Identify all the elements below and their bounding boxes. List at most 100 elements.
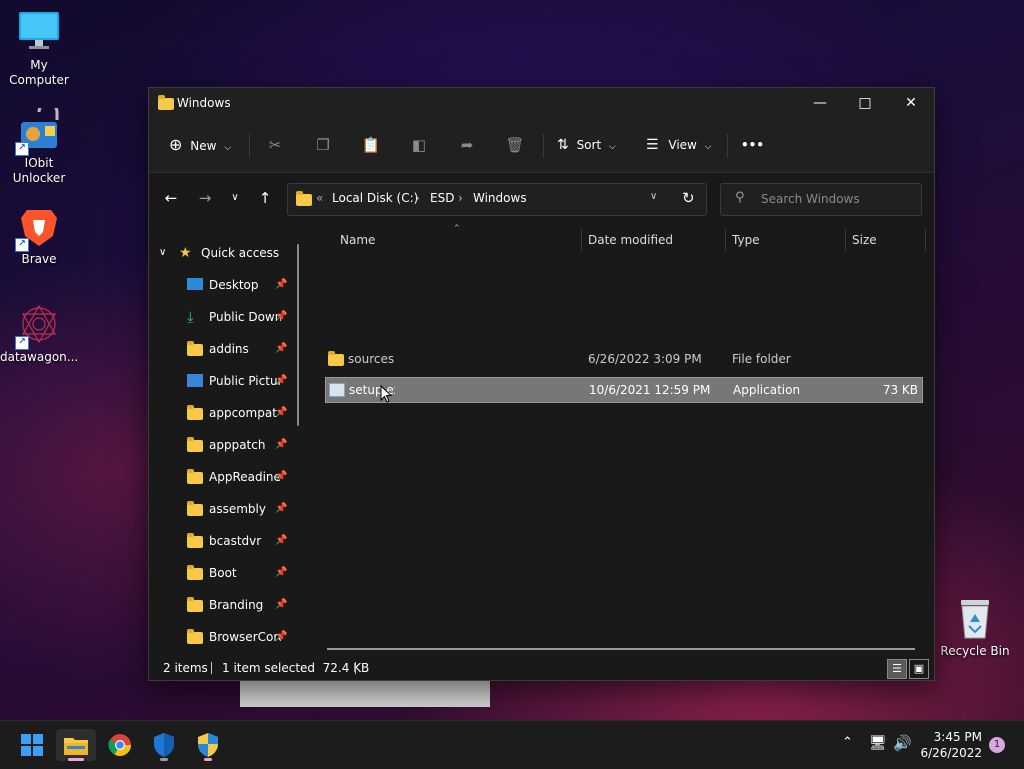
folder-icon (158, 95, 174, 110)
sort-button[interactable]: ⇅ Sort ⌵ (557, 132, 616, 158)
paste-icon[interactable]: 📋 (358, 132, 384, 158)
minimize-button[interactable]: — (797, 88, 843, 118)
file-row-sources[interactable]: sources 6/26/2022 3:09 PM File folder (325, 347, 921, 371)
folder-icon (187, 565, 203, 580)
sidebar-item-appcompat[interactable]: appcompat 📌 (149, 399, 307, 427)
search-box[interactable]: ⚲ (720, 183, 922, 216)
desktop-icon-iobit-unlocker[interactable]: ↗ IObit Unlocker (0, 101, 78, 186)
sidebar-item-browsercore[interactable]: BrowserCore 📌 (149, 623, 307, 650)
desktop-icon-recycle-bin[interactable]: Recycle Bin (936, 596, 1014, 659)
maximize-button[interactable]: □ (842, 88, 888, 118)
column-header-size[interactable]: Size (852, 225, 877, 255)
desktop-icon-label: My Computer (9, 58, 69, 87)
overflow-chevron-icon[interactable]: « (316, 191, 323, 205)
sidebar-item-label: AppReadiness (209, 470, 281, 484)
close-button[interactable]: ✕ (888, 88, 934, 118)
sidebar-item-apppatch[interactable]: apppatch 📌 (149, 431, 307, 459)
sidebar-item-quick-access[interactable]: ∨ ★ Quick access (149, 239, 307, 267)
system-clock[interactable]: 3:45 PM 6/26/2022 (920, 729, 982, 761)
sort-arrows-icon: ⇅ (557, 137, 569, 153)
show-hidden-icons-chevron-icon[interactable]: ⌃ (842, 735, 853, 750)
chevron-down-icon: ⌵ (704, 142, 712, 152)
status-bar: 2 items 1 item selected 72.4 KB ☰ ▣ (149, 656, 934, 680)
notification-badge[interactable]: 1 (989, 737, 1005, 753)
sidebar-item-label: appcompat (209, 406, 277, 420)
more-options-button[interactable]: ••• (741, 132, 764, 158)
file-row-setup-exe[interactable]: setup.exe 10/6/2021 12:59 PM Application… (325, 377, 923, 403)
details-view-icon[interactable]: ☰ (887, 659, 907, 679)
horizontal-scrollbar[interactable] (327, 648, 915, 650)
column-divider[interactable] (725, 229, 726, 251)
clock-time: 3:45 PM (933, 730, 982, 744)
taskbar-defender[interactable] (144, 729, 184, 761)
sidebar-item-bcastdvr[interactable]: bcastdvr 📌 (149, 527, 307, 555)
column-divider[interactable] (581, 229, 582, 251)
column-divider[interactable] (845, 229, 846, 251)
pin-icon: 📌 (275, 471, 288, 482)
pictures-icon (187, 374, 203, 387)
item-count: 2 items (163, 661, 208, 675)
pin-icon: 📌 (275, 279, 288, 290)
star-icon: ★ (179, 245, 192, 261)
sidebar-item-label: addins (209, 342, 249, 356)
large-icons-view-icon[interactable]: ▣ (909, 659, 929, 679)
forward-arrow-icon[interactable]: → (193, 186, 217, 210)
breadcrumb-esd[interactable]: ESD (430, 191, 454, 205)
sidebar-item-assembly[interactable]: assembly 📌 (149, 495, 307, 523)
breadcrumb-separator-icon: › (458, 191, 463, 205)
delete-icon[interactable]: 🗑 (502, 132, 528, 158)
sidebar-item-addins[interactable]: addins 📌 (149, 335, 307, 363)
clock-date: 6/26/2022 (920, 746, 982, 760)
taskbar-file-explorer[interactable] (56, 729, 96, 761)
copy-icon[interactable]: ❐ (310, 132, 336, 158)
desktop-icon-label: Unlocker (12, 171, 66, 185)
monitor-icon (17, 10, 61, 54)
back-arrow-icon[interactable]: ← (159, 186, 183, 210)
uac-shield-icon (198, 733, 218, 757)
column-header-date-modified[interactable]: Date modified (588, 225, 673, 255)
rename-icon[interactable]: ◧ (406, 132, 432, 158)
view-button[interactable]: ☰ View ⌵ (646, 132, 712, 158)
column-header-type[interactable]: Type (732, 225, 760, 255)
download-arrow-icon: ⤓ (187, 308, 194, 326)
sidebar-item-appreadiness[interactable]: AppReadiness 📌 (149, 463, 307, 491)
sidebar-item-boot[interactable]: Boot 📌 (149, 559, 307, 587)
breadcrumb-local-disk[interactable]: Local Disk (C:) (332, 191, 418, 205)
title-bar[interactable]: Windows — □ ✕ (149, 88, 934, 118)
chevron-down-icon: ⌵ (609, 142, 616, 152)
file-explorer-window[interactable]: Windows — □ ✕ ⊕ New ⌵ ✂ ❐ 📋 ◧ ➦ 🗑 ⇅ Sort… (148, 87, 935, 681)
application-icon (329, 383, 345, 397)
breadcrumb-windows[interactable]: Windows (473, 191, 527, 205)
navigation-pane: ∨ ★ Quick access Desktop 📌 ⤓ Public Down… (149, 238, 307, 650)
sidebar-item-public-pictures[interactable]: Public Pictures 📌 (149, 367, 307, 395)
search-input[interactable] (759, 191, 913, 207)
folder-icon (187, 405, 203, 420)
desktop-icon-my-computer[interactable]: My Computer (0, 10, 78, 88)
network-icon[interactable]: 🖥 (869, 735, 887, 751)
brave-icon: ↗ (15, 204, 61, 252)
shield-icon (154, 733, 174, 757)
cut-icon[interactable]: ✂ (262, 132, 288, 158)
desktop-icon-datawagon[interactable]: ↗ datawagon... (0, 302, 78, 365)
sidebar-scrollbar[interactable] (297, 244, 299, 426)
address-dropdown-chevron-icon[interactable]: ∨ (650, 191, 657, 202)
refresh-icon[interactable]: ↻ (682, 189, 695, 207)
column-header-name[interactable]: Name (340, 225, 375, 255)
sidebar-item-label: Desktop (209, 278, 259, 292)
share-icon[interactable]: ➦ (454, 132, 480, 158)
sidebar-item-public-downloads[interactable]: ⤓ Public Downloads 📌 (149, 303, 307, 331)
taskbar-security[interactable] (188, 729, 228, 761)
folder-icon (296, 191, 312, 206)
volume-icon[interactable]: 🔊 (893, 734, 912, 752)
up-arrow-icon[interactable]: ↑ (253, 186, 277, 210)
new-button[interactable]: ⊕ New ⌵ (169, 132, 231, 158)
recent-locations-chevron-icon[interactable]: ∨ (223, 186, 247, 210)
pin-icon: 📌 (275, 567, 288, 578)
desktop-icon-brave[interactable]: ↗ Brave (0, 204, 78, 267)
start-button[interactable] (12, 729, 52, 761)
address-bar[interactable]: « Local Disk (C:) › ESD › Windows ∨ ↻ (287, 183, 707, 216)
column-divider[interactable] (925, 229, 926, 251)
sidebar-item-desktop[interactable]: Desktop 📌 (149, 271, 307, 299)
taskbar-chrome[interactable] (100, 729, 140, 761)
sidebar-item-branding[interactable]: Branding 📌 (149, 591, 307, 619)
